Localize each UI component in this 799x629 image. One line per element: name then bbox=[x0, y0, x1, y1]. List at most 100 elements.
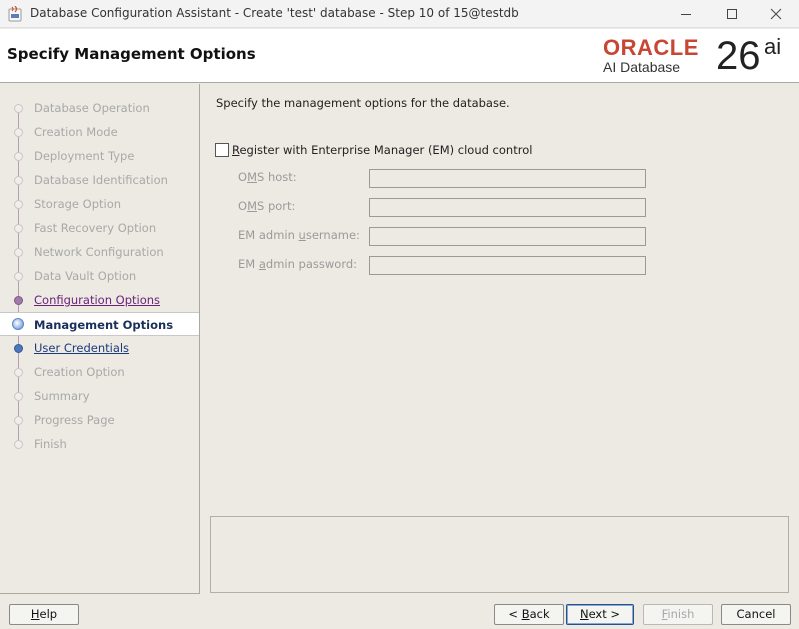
step-label: Storage Option bbox=[34, 197, 122, 211]
step-dot-icon bbox=[14, 224, 23, 233]
step-database-operation: Database Operation bbox=[0, 96, 199, 120]
step-label: Creation Option bbox=[34, 365, 125, 379]
current-step-icon bbox=[12, 318, 24, 330]
label-text: EM admin bbox=[238, 228, 299, 242]
oms-host-label: OMS host: bbox=[238, 170, 297, 184]
java-app-icon bbox=[8, 6, 22, 22]
step-creation-option: Creation Option bbox=[0, 360, 199, 384]
step-dot-icon bbox=[14, 392, 23, 401]
step-label: Summary bbox=[34, 389, 90, 403]
step-network-configuration: Network Configuration bbox=[0, 240, 199, 264]
step-navigation: Database Operation Creation Mode Deploym… bbox=[0, 84, 200, 594]
label-text: S port: bbox=[257, 199, 296, 213]
logo-version-suffix: ai bbox=[764, 34, 782, 59]
maximize-button[interactable] bbox=[709, 0, 755, 28]
label-text: O bbox=[238, 199, 248, 213]
mnemonic: M bbox=[247, 199, 257, 213]
step-dot-icon bbox=[14, 176, 23, 185]
step-configuration-options[interactable]: Configuration Options bbox=[0, 288, 199, 312]
label-text: S host: bbox=[257, 170, 297, 184]
label-text: < bbox=[508, 607, 522, 621]
step-dot-icon bbox=[14, 128, 23, 137]
logo-version: 26 bbox=[716, 34, 761, 78]
em-admin-username-input[interactable] bbox=[369, 227, 646, 246]
step-dot-icon bbox=[14, 296, 23, 305]
step-dot-icon bbox=[14, 104, 23, 113]
mnemonic: B bbox=[521, 607, 530, 621]
next-button[interactable]: Next > bbox=[566, 604, 634, 625]
logo-product: AI Database bbox=[603, 59, 681, 75]
step-label: Network Configuration bbox=[34, 245, 164, 259]
oms-port-label: OMS port: bbox=[238, 199, 295, 213]
minimize-button[interactable] bbox=[663, 0, 709, 28]
back-button[interactable]: < Back bbox=[494, 604, 564, 625]
step-dot-icon bbox=[14, 152, 23, 161]
step-dot-icon bbox=[14, 416, 23, 425]
step-label: Fast Recovery Option bbox=[34, 221, 157, 235]
step-management-options: Management Options bbox=[0, 312, 199, 336]
step-finish: Finish bbox=[0, 432, 199, 456]
label-text: elp bbox=[39, 607, 58, 621]
finish-button[interactable]: Finish bbox=[643, 604, 713, 625]
label-text: egister with Enterprise Manager (EM) clo… bbox=[239, 143, 533, 157]
step-label: Creation Mode bbox=[34, 125, 118, 139]
label-text: EM bbox=[238, 257, 259, 271]
label-text: O bbox=[238, 170, 248, 184]
close-button[interactable] bbox=[753, 0, 799, 28]
step-label[interactable]: Configuration Options bbox=[34, 293, 160, 307]
minimize-icon bbox=[681, 14, 691, 15]
step-dot-icon bbox=[14, 248, 23, 257]
mnemonic: N bbox=[579, 607, 589, 621]
step-dot-icon bbox=[14, 344, 23, 353]
register-em-label[interactable]: Register with Enterprise Manager (EM) cl… bbox=[232, 143, 532, 157]
step-deployment-type: Deployment Type bbox=[0, 144, 199, 168]
page-title: Specify Management Options bbox=[7, 45, 256, 63]
main-content: Specify the management options for the d… bbox=[201, 84, 799, 594]
step-label: Management Options bbox=[34, 318, 174, 332]
oracle-logo: ORACLE AI Database 26 ai bbox=[603, 34, 793, 80]
step-user-credentials[interactable]: User Credentials bbox=[0, 336, 199, 360]
register-em-checkbox[interactable] bbox=[215, 143, 229, 157]
step-fast-recovery-option: Fast Recovery Option bbox=[0, 216, 199, 240]
step-label[interactable]: User Credentials bbox=[34, 341, 129, 355]
step-creation-mode: Creation Mode bbox=[0, 120, 199, 144]
label-text: ext > bbox=[588, 607, 621, 621]
step-dot-icon bbox=[14, 368, 23, 377]
step-dot-icon bbox=[14, 440, 23, 449]
page-header: Specify Management Options ORACLE AI Dat… bbox=[0, 29, 799, 83]
step-label: Database Identification bbox=[34, 173, 168, 187]
step-label: Data Vault Option bbox=[34, 269, 137, 283]
label-text: inish bbox=[667, 607, 695, 621]
mnemonic: H bbox=[30, 607, 40, 621]
em-admin-password-input[interactable] bbox=[369, 256, 646, 275]
help-button[interactable]: Help bbox=[9, 604, 79, 625]
step-database-identification: Database Identification bbox=[0, 168, 199, 192]
step-data-vault-option: Data Vault Option bbox=[0, 264, 199, 288]
step-label: Database Operation bbox=[34, 101, 150, 115]
step-progress-page: Progress Page bbox=[0, 408, 199, 432]
oms-port-input[interactable] bbox=[369, 198, 646, 217]
label-text: sername: bbox=[305, 228, 360, 242]
logo-brand: ORACLE bbox=[603, 35, 699, 60]
step-dot-icon bbox=[14, 272, 23, 281]
message-panel bbox=[210, 516, 789, 593]
intro-text: Specify the management options for the d… bbox=[216, 96, 510, 110]
window-titlebar: Database Configuration Assistant - Creat… bbox=[0, 0, 799, 28]
mnemonic: u bbox=[298, 228, 306, 242]
em-admin-password-label: EM admin password: bbox=[238, 257, 357, 271]
label-text: ack bbox=[529, 607, 550, 621]
step-storage-option: Storage Option bbox=[0, 192, 199, 216]
em-admin-username-label: EM admin username: bbox=[238, 228, 360, 242]
maximize-icon bbox=[727, 9, 737, 19]
step-dot-icon bbox=[14, 200, 23, 209]
oms-host-input[interactable] bbox=[369, 169, 646, 188]
close-icon bbox=[770, 8, 782, 20]
window-title: Database Configuration Assistant - Creat… bbox=[30, 6, 519, 20]
cancel-button[interactable]: Cancel bbox=[721, 604, 791, 625]
mnemonic: a bbox=[258, 257, 266, 271]
step-summary: Summary bbox=[0, 384, 199, 408]
step-label: Progress Page bbox=[34, 413, 115, 427]
mnemonic: M bbox=[247, 170, 257, 184]
label-text: dmin password: bbox=[265, 257, 358, 271]
step-label: Deployment Type bbox=[34, 149, 135, 163]
